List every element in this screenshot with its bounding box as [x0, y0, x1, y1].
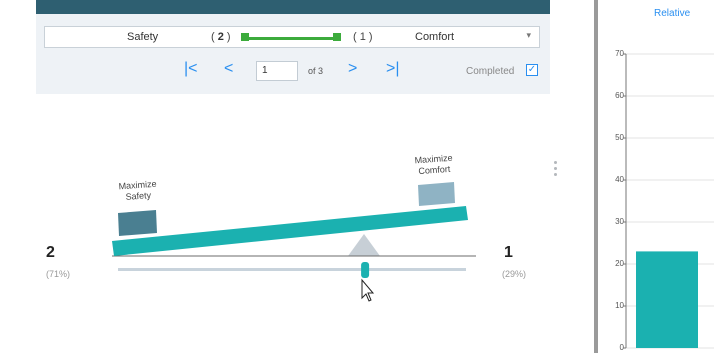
balance-scale-graphic — [112, 182, 476, 302]
weight-slider-thumb[interactable] — [361, 262, 370, 278]
next-page-icon[interactable]: > — [348, 60, 357, 78]
chevron-down-icon[interactable]: ▾ — [526, 30, 531, 41]
left-score: 2 — [46, 244, 55, 261]
panel-top-bar — [36, 0, 550, 14]
splitter-grip-icon[interactable] — [554, 161, 558, 183]
bar-chart — [623, 53, 714, 349]
page-number-input[interactable]: 1 — [256, 61, 298, 81]
left-percentage: (71%) — [46, 269, 71, 279]
left-weight-block — [118, 210, 157, 236]
balance-indicator — [241, 33, 341, 41]
previous-page-icon[interactable]: < — [224, 60, 233, 78]
weight-right-value: 1 — [359, 31, 366, 43]
left-weight-label: Maximize Safety — [118, 178, 157, 202]
criteria-left-label: Safety — [127, 31, 159, 43]
comparison-header: Safety ( 2 ) ( 1 ) Comfort ▾ |< < 1 of 3… — [36, 14, 550, 94]
pager: |< < 1 of 3 > >| Completed ✓ — [36, 58, 550, 84]
balance-scale-area: Maximize Safety Maximize Comfort 2 (71%)… — [36, 94, 550, 353]
completed-checkbox[interactable]: ✓ — [526, 64, 538, 76]
right-percentage: (29%) — [502, 269, 527, 279]
weight-right-badge: ( 1 ) — [353, 31, 373, 43]
criteria-pair-dropdown[interactable]: Safety ( 2 ) ( 1 ) Comfort ▾ — [44, 26, 540, 48]
weight-left-badge: ( 2 ) — [211, 31, 231, 43]
completed-label: Completed — [466, 66, 515, 77]
scale-beam — [112, 206, 468, 256]
chart-bar — [636, 251, 698, 348]
right-weight-block — [418, 182, 455, 206]
first-page-icon[interactable]: |< — [184, 60, 198, 78]
right-weight-label: Maximize Comfort — [414, 152, 453, 177]
fulcrum-icon — [348, 234, 380, 256]
criteria-right-label: Comfort — [415, 31, 455, 43]
weight-left-value: 2 — [217, 31, 224, 43]
weight-slider-track[interactable] — [118, 268, 466, 271]
page-count-label: of 3 — [308, 66, 324, 76]
chart-panel: Relative 0 10 20 30 40 50 60 70 — [598, 0, 714, 353]
last-page-icon[interactable]: >| — [386, 60, 400, 78]
mouse-cursor-icon — [361, 278, 375, 302]
right-score: 1 — [504, 244, 513, 261]
criteria-comparison-panel: Safety ( 2 ) ( 1 ) Comfort ▾ |< < 1 of 3… — [36, 0, 550, 353]
